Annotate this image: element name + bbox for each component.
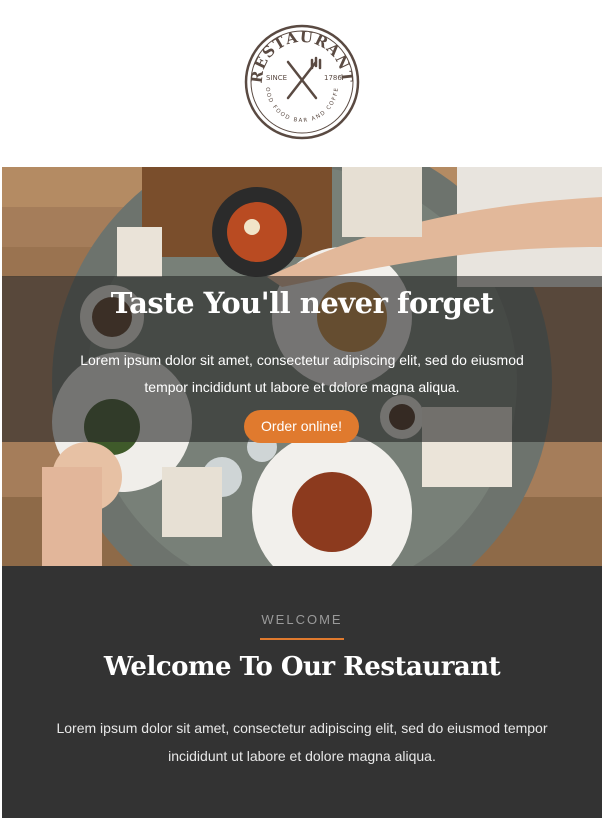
hero-title: Taste You'll never forget [110,286,494,320]
hero-description: Lorem ipsum dolor sit amet, consectetur … [80,352,524,395]
hero-banner: Taste You'll never forget Lorem ipsum do… [2,167,602,566]
svg-text:SINCE: SINCE [266,74,287,82]
welcome-description: Lorem ipsum dolor sit amet, consectetur … [56,720,548,764]
order-online-button[interactable]: Order online! [244,410,359,443]
welcome-title: Welcome To Our Restaurant [103,652,501,682]
welcome-kicker: WELCOME [261,612,343,627]
restaurant-logo[interactable]: RESTAURANT GOOD FOOD BAR AND COFFEE SINC… [244,24,360,140]
accent-divider [260,638,344,640]
fork-knife-icon [286,56,322,100]
svg-text:1786: 1786 [324,74,342,82]
header: RESTAURANT GOOD FOOD BAR AND COFFEE SINC… [0,0,602,167]
welcome-section: WELCOME Welcome To Our Restaurant Lorem … [2,566,602,818]
